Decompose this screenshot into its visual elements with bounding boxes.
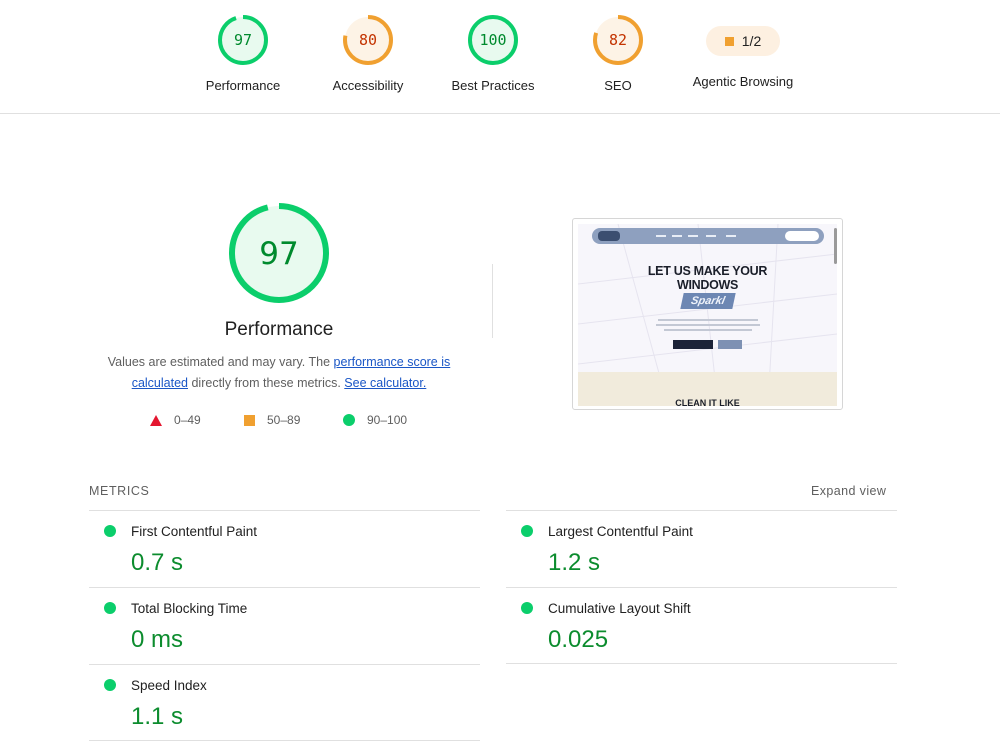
thumb-text-line xyxy=(656,324,760,326)
thumb-button-secondary xyxy=(718,340,742,349)
category-title: Performance xyxy=(224,319,334,340)
metrics-header: METRICS xyxy=(89,484,150,498)
gauge-seo[interactable]: 82 SEO xyxy=(548,14,688,93)
thumb-nav-link xyxy=(706,235,716,237)
score-scale-legend: 0–49 50–89 90–100 xyxy=(150,413,430,431)
metric-speed-index[interactable]: Speed Index 1.1 s xyxy=(89,664,480,741)
gauge-label: Best Practices xyxy=(451,78,535,93)
thumb-text-line xyxy=(658,319,758,321)
gauge-performance[interactable]: 97 Performance xyxy=(173,14,313,93)
thumb-section-heading: CLEAN IT LIKE xyxy=(675,398,740,406)
gauge-label: SEO xyxy=(604,78,632,93)
vertical-divider xyxy=(492,264,493,338)
performance-gauge-icon: 97 xyxy=(218,15,268,65)
thumb-cta xyxy=(785,231,819,241)
score-summary-bar: 97 Performance 80 Accessibility 100 Best… xyxy=(0,0,1000,114)
pass-circle-icon xyxy=(343,414,355,426)
metric-value: 0.025 xyxy=(548,626,609,653)
legend-range: 0–49 xyxy=(174,413,201,427)
legend-average: 50–89 xyxy=(244,413,300,427)
best-practices-score: 100 xyxy=(479,31,506,49)
gauge-label: Performance xyxy=(205,78,281,93)
description-text: Values are estimated and may vary. The xyxy=(107,355,334,369)
fraction-badge: 1/2 xyxy=(706,26,780,56)
metric-largest-contentful-paint[interactable]: Largest Contentful Paint 1.2 s xyxy=(506,510,897,587)
average-square-icon xyxy=(724,36,734,46)
pass-circle-icon xyxy=(104,602,116,614)
metric-total-blocking-time[interactable]: Total Blocking Time 0 ms xyxy=(89,587,480,664)
legend-fail: 0–49 xyxy=(150,413,201,427)
metric-first-contentful-paint[interactable]: First Contentful Paint 0.7 s xyxy=(89,510,480,587)
pass-circle-icon xyxy=(521,602,533,614)
pass-circle-icon xyxy=(521,525,533,537)
thumb-nav-bar xyxy=(592,228,824,244)
fraction-value: 1/2 xyxy=(741,33,762,49)
average-square-icon xyxy=(244,414,255,426)
main-score: 97 xyxy=(259,236,298,272)
thumb-nav-link xyxy=(656,235,666,237)
see-calculator-link[interactable]: See calculator. xyxy=(344,376,426,390)
thumb-logo xyxy=(598,231,620,241)
metric-value: 0 ms xyxy=(131,626,184,653)
thumb-scrollbar xyxy=(834,228,837,264)
metric-value: 1.1 s xyxy=(131,703,184,730)
thumb-button-primary xyxy=(673,340,713,349)
gauge-label: Accessibility xyxy=(332,78,404,93)
metric-title: Speed Index xyxy=(131,678,207,693)
metric-title: Cumulative Layout Shift xyxy=(548,601,691,616)
main-performance-gauge: 97 xyxy=(229,203,329,303)
thumb-nav-link xyxy=(688,235,698,237)
metric-value: 1.2 s xyxy=(548,549,601,576)
metric-divider xyxy=(506,663,897,664)
thumb-section: CLEAN IT LIKE xyxy=(578,372,837,406)
score-description: Values are estimated and may vary. The p… xyxy=(104,352,454,394)
screenshot-image: LET US MAKE YOUR WINDOWS Sparkl CLEAN IT… xyxy=(578,224,837,406)
thumb-badge: Sparkl xyxy=(680,293,736,309)
seo-gauge-icon: 82 xyxy=(593,15,643,65)
pass-circle-icon xyxy=(104,679,116,691)
thumb-nav-link xyxy=(672,235,682,237)
gauge-best-practices[interactable]: 100 Best Practices xyxy=(423,14,563,93)
accessibility-score: 80 xyxy=(359,31,377,49)
performance-score: 97 xyxy=(234,31,252,49)
thumb-heading-line: LET US MAKE YOUR xyxy=(647,264,768,278)
description-text: directly from these metrics. xyxy=(188,376,345,390)
expand-view-toggle[interactable]: Expand view xyxy=(811,484,886,498)
gauge-agentic-browsing[interactable]: 1/2 Agentic Browsing xyxy=(673,14,813,89)
metric-title: Largest Contentful Paint xyxy=(548,524,693,539)
gauge-accessibility[interactable]: 80 Accessibility xyxy=(298,14,438,93)
final-screenshot-thumbnail[interactable]: LET US MAKE YOUR WINDOWS Sparkl CLEAN IT… xyxy=(572,218,843,410)
legend-range: 90–100 xyxy=(367,413,408,427)
accessibility-gauge-icon: 80 xyxy=(343,15,393,65)
metric-title: Total Blocking Time xyxy=(131,601,248,616)
thumb-heading-line: WINDOWS xyxy=(676,278,739,292)
seo-score: 82 xyxy=(609,31,627,49)
metric-cumulative-layout-shift[interactable]: Cumulative Layout Shift 0.025 xyxy=(506,587,897,664)
best-practices-gauge-icon: 100 xyxy=(468,15,518,65)
thumb-heading: LET US MAKE YOUR WINDOWS xyxy=(578,264,837,292)
metric-value: 0.7 s xyxy=(131,549,184,576)
metric-title: First Contentful Paint xyxy=(131,524,258,539)
pass-circle-icon xyxy=(104,525,116,537)
gauge-label: Agentic Browsing xyxy=(692,74,794,89)
legend-pass: 90–100 xyxy=(343,413,407,427)
fail-triangle-icon xyxy=(150,414,162,426)
thumb-text-line xyxy=(664,329,752,331)
thumb-nav-link xyxy=(726,235,736,237)
legend-range: 50–89 xyxy=(267,413,301,427)
